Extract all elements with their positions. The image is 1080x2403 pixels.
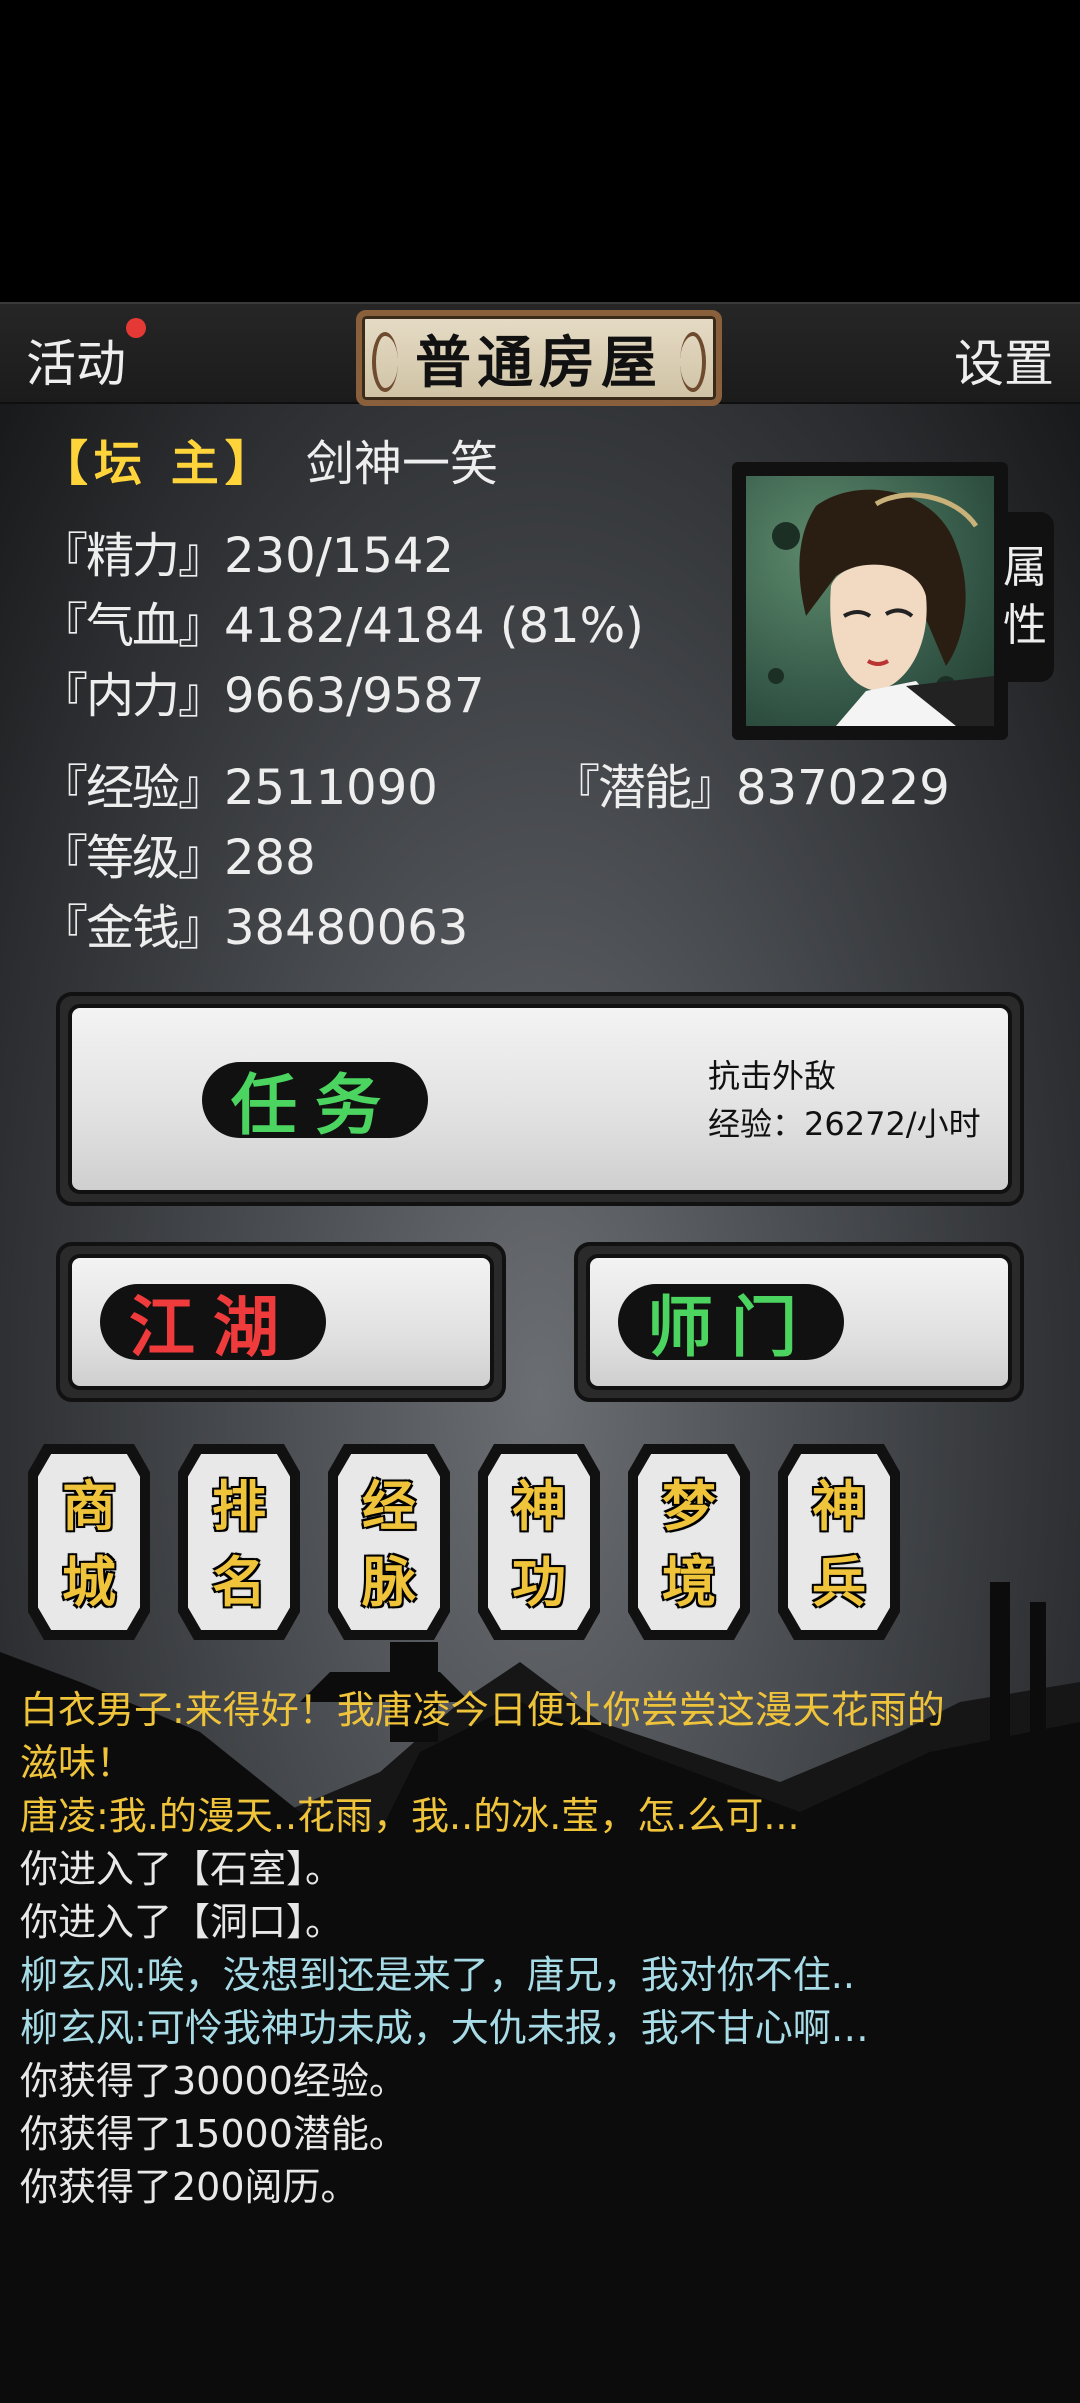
meridian-label: 经脉 <box>362 1474 416 1614</box>
shimen-label: 师门 <box>618 1284 844 1366</box>
stat-inner-power: 『内力』9663/9587 <box>40 656 485 726</box>
task-description: 抗击外敌 经验：26272/小时 <box>708 1052 981 1148</box>
stat-inner-value: 9663/9587 <box>224 668 485 724</box>
shimen-button-face: 师门 <box>586 1254 1012 1390</box>
ranking-label: 排名 <box>212 1474 266 1614</box>
game-screen: 活动 普通房屋 设置 【坛 主】 剑神一笑 『精力』230/1542 『气血』4… <box>0 302 1080 2403</box>
log-line: 你获得了15000潜能。 <box>20 2112 407 2156</box>
divine-skill-button[interactable]: 神功 <box>476 1438 602 1646</box>
log-line: 柳玄风:可怜我神功未成，大仇未报，我不甘心啊… <box>20 2006 869 2050</box>
log-line: 白衣男子:来得好！我唐凌今日便让你尝尝这漫天花雨的 <box>20 1688 945 1732</box>
stat-money: 『金钱』38480063 <box>40 888 468 958</box>
task-button-face: 任务 抗击外敌 经验：26272/小时 <box>68 1004 1012 1194</box>
stat-experience: 『经验』2511090 <box>40 748 438 818</box>
log-line: 你进入了【石室】。 <box>20 1847 344 1891</box>
rank-line: 【坛 主】 <box>40 424 279 494</box>
message-log[interactable]: 白衣男子:来得好！我唐凌今日便让你尝尝这漫天花雨的 滋味！ 唐凌:我.的漫天..花雨… <box>20 1684 1070 2214</box>
dreamland-label: 梦境 <box>662 1474 716 1614</box>
top-bar: 活动 普通房屋 设置 <box>0 302 1080 406</box>
notification-dot <box>126 318 146 338</box>
stat-potential-value: 8370229 <box>736 760 950 816</box>
stat-hp: 『气血』4182/4184 (81%) <box>40 586 644 656</box>
stat-money-key: 『金钱』 <box>40 900 226 956</box>
portrait-image <box>746 476 994 726</box>
stat-level-value: 288 <box>224 830 316 886</box>
divine-skill-label: 神功 <box>512 1474 566 1614</box>
divine-weapon-label: 神兵 <box>812 1474 866 1614</box>
stat-inner-key: 『内力』 <box>40 668 226 724</box>
stat-energy-key: 『精力』 <box>40 528 226 584</box>
log-line: 唐凌:我.的漫天..花雨，我..的冰.莹，怎.么可... <box>20 1794 800 1838</box>
task-label: 任务 <box>202 1062 428 1144</box>
player-rank: 【坛 主】 <box>40 436 279 492</box>
stat-potential-key: 『潜能』 <box>552 760 738 816</box>
status-bar-area <box>0 0 1080 302</box>
dreamland-button[interactable]: 梦境 <box>626 1438 752 1646</box>
jianghu-button-face: 江湖 <box>68 1254 494 1390</box>
log-line: 柳玄风:唉，没想到还是来了，唐兄，我对你不住.. <box>20 1953 855 1997</box>
character-portrait[interactable] <box>732 462 1008 740</box>
stat-level-key: 『等级』 <box>40 830 226 886</box>
log-line: 你进入了【洞口】。 <box>20 1900 344 1944</box>
location-title: 普通房屋 <box>415 329 663 396</box>
stat-energy: 『精力』230/1542 <box>40 516 454 586</box>
attributes-tab-char-2: 性 <box>1003 600 1047 651</box>
task-exp-rate: 经验：26272/小时 <box>708 1105 981 1143</box>
ranking-button[interactable]: 排名 <box>176 1438 302 1646</box>
shimen-button[interactable]: 师门 <box>574 1242 1024 1402</box>
jianghu-button[interactable]: 江湖 <box>56 1242 506 1402</box>
jianghu-label: 江湖 <box>100 1284 326 1366</box>
stat-exp-key: 『经验』 <box>40 760 226 816</box>
stat-hp-value: 4182/4184 (81%) <box>224 598 644 654</box>
log-line: 你获得了200阅历。 <box>20 2165 359 2209</box>
stat-level: 『等级』288 <box>40 818 316 888</box>
shop-button[interactable]: 商城 <box>26 1438 152 1646</box>
log-line: 你获得了30000经验。 <box>20 2059 407 2103</box>
task-button[interactable]: 任务 抗击外敌 经验：26272/小时 <box>56 992 1024 1206</box>
meridian-button[interactable]: 经脉 <box>326 1438 452 1646</box>
player-name: 剑神一笑 <box>306 436 499 492</box>
stat-exp-value: 2511090 <box>224 760 438 816</box>
task-name: 抗击外敌 <box>708 1057 837 1095</box>
attributes-tab-char-1: 属 <box>1003 542 1047 593</box>
attributes-tab[interactable]: 属 性 <box>996 512 1054 682</box>
settings-button[interactable]: 设置 <box>954 324 1054 396</box>
log-line: 滋味！ <box>20 1741 135 1785</box>
stat-money-value: 38480063 <box>224 900 469 956</box>
activity-button[interactable]: 活动 <box>26 324 126 396</box>
stat-potential: 『潜能』8370229 <box>552 748 950 818</box>
stat-energy-value: 230/1542 <box>224 528 454 584</box>
location-title-plaque: 普通房屋 <box>356 310 722 406</box>
stat-hp-key: 『气血』 <box>40 598 226 654</box>
shop-label: 商城 <box>62 1474 116 1614</box>
divine-weapon-button[interactable]: 神兵 <box>776 1438 902 1646</box>
